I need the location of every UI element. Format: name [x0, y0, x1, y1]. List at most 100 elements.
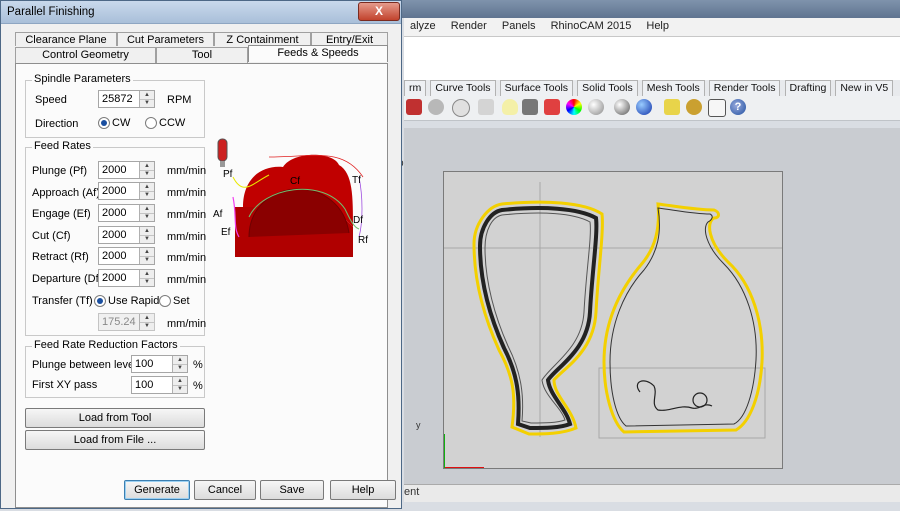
- ccw-radio[interactable]: [145, 117, 157, 129]
- menu-render[interactable]: Render: [445, 18, 493, 32]
- menu-help[interactable]: Help: [640, 18, 675, 32]
- departure-unit: mm/min: [167, 274, 207, 286]
- first-xy-pass-unit: %: [193, 380, 203, 392]
- toolbar-tab-surface-tools[interactable]: Surface Tools: [499, 80, 574, 96]
- reduction-group-title: Feed Rate Reduction Factors: [32, 339, 180, 351]
- plunge-between-levels-label: Plunge between levels: [32, 359, 143, 371]
- diagram-label-tf: Tf: [352, 175, 361, 186]
- close-button[interactable]: X: [358, 2, 400, 21]
- use-rapid-label[interactable]: Use Rapid: [108, 295, 159, 307]
- toolbar-tab-mesh-tools[interactable]: Mesh Tools: [641, 80, 705, 96]
- sphere-gray-icon[interactable]: [588, 99, 604, 115]
- tool-icon: [217, 138, 228, 162]
- approach-unit: mm/min: [167, 187, 207, 199]
- status-bar: [404, 484, 900, 502]
- set-radio[interactable]: [159, 295, 171, 307]
- feed-diagram: Pf Cf Tf Af Df Ef Rf: [213, 137, 373, 257]
- help-icon[interactable]: ?: [730, 99, 746, 115]
- spin-down-icon[interactable]: ▼: [140, 322, 154, 330]
- gear-icon[interactable]: [686, 99, 702, 115]
- plunge-between-levels-input[interactable]: 100 ▲ ▼: [131, 355, 188, 373]
- tab-feeds-speeds[interactable]: Feeds & Speeds: [248, 45, 388, 62]
- tab-z-containment[interactable]: Z Containment: [214, 32, 311, 46]
- sphere-blue-icon[interactable]: [636, 99, 652, 115]
- toolbar-tab-new-in-v5[interactable]: New in V5: [835, 80, 894, 96]
- direction-label: Direction: [35, 118, 79, 130]
- tab-entry-exit[interactable]: Entry/Exit: [311, 32, 388, 46]
- cut-label: Cut (Cf): [32, 230, 71, 242]
- spin-down-icon[interactable]: ▼: [140, 170, 154, 178]
- spin-down-icon[interactable]: ▼: [140, 278, 154, 286]
- diagram-label-rf: Rf: [358, 235, 368, 246]
- approach-input[interactable]: 2000 ▲ ▼: [98, 182, 155, 200]
- ccw-label[interactable]: CCW: [159, 117, 185, 129]
- dialog-title: Parallel Finishing: [7, 6, 95, 18]
- toolbar-tab-solid-tools[interactable]: Solid Tools: [577, 80, 638, 96]
- tab-control-geometry[interactable]: Control Geometry: [15, 47, 156, 63]
- load-from-file-button[interactable]: Load from File ...: [25, 430, 205, 450]
- approach-label: Approach (Af): [32, 187, 100, 199]
- sphere-dark-icon[interactable]: [614, 99, 630, 115]
- cut-unit: mm/min: [167, 231, 207, 243]
- tab-tool[interactable]: Tool: [156, 47, 248, 63]
- use-rapid-radio[interactable]: [94, 295, 106, 307]
- light-bulb-icon[interactable]: [502, 99, 518, 115]
- paint-bucket-icon[interactable]: [544, 99, 560, 115]
- departure-label: Departure (Df): [32, 273, 103, 285]
- retract-label: Retract (Rf): [32, 251, 89, 263]
- speed-label: Speed: [35, 94, 67, 106]
- cut-input[interactable]: 2000 ▲ ▼: [98, 226, 155, 244]
- status-bar-text: ent: [404, 486, 420, 498]
- transfer-unit: mm/min: [167, 318, 207, 330]
- parallel-finishing-dialog: Parallel Finishing X Clearance Plane Cut…: [0, 0, 402, 509]
- spin-down-icon[interactable]: ▼: [140, 235, 154, 243]
- align-icon[interactable]: [708, 99, 726, 117]
- spin-down-icon[interactable]: ▼: [173, 364, 187, 372]
- render-icon[interactable]: [406, 99, 422, 115]
- first-xy-pass-input[interactable]: 100 ▲ ▼: [131, 376, 188, 394]
- plunge-unit: mm/min: [167, 165, 207, 177]
- object-icon[interactable]: [478, 99, 494, 115]
- toolbar-tab-drafting[interactable]: Drafting: [784, 80, 832, 96]
- menu-panels[interactable]: Panels: [496, 18, 542, 32]
- retract-input[interactable]: 2000 ▲ ▼: [98, 247, 155, 265]
- speed-input[interactable]: 25872 ▲ ▼: [98, 90, 155, 108]
- spindle-group-title: Spindle Parameters: [32, 73, 133, 85]
- load-from-tool-button[interactable]: Load from Tool: [25, 408, 205, 428]
- lock-icon[interactable]: [522, 99, 538, 115]
- cw-radio[interactable]: [98, 117, 110, 129]
- camera-icon[interactable]: [428, 99, 444, 115]
- help-button[interactable]: Help: [330, 480, 396, 500]
- engage-input[interactable]: 2000 ▲ ▼: [98, 204, 155, 222]
- spin-down-icon[interactable]: ▼: [140, 191, 154, 199]
- toolbar-tab-transform[interactable]: rm: [404, 80, 427, 96]
- viewport-canvas[interactable]: [443, 171, 783, 469]
- diagram-label-ef: Ef: [221, 227, 231, 238]
- tab-clearance-plane[interactable]: Clearance Plane: [15, 32, 117, 46]
- transfer-input[interactable]: 175.24 ▲ ▼: [98, 313, 155, 331]
- save-button[interactable]: Save: [260, 480, 324, 500]
- engage-unit: mm/min: [167, 209, 207, 221]
- color-wheel-icon[interactable]: [566, 99, 582, 115]
- feed-diagram-image: Pf Cf Tf Af Df Ef Rf: [213, 138, 368, 257]
- spin-down-icon[interactable]: ▼: [140, 256, 154, 264]
- cancel-button[interactable]: Cancel: [194, 480, 256, 500]
- menu-analyze[interactable]: alyze: [404, 18, 442, 32]
- command-area[interactable]: [404, 37, 900, 81]
- spin-down-icon[interactable]: ▼: [173, 385, 187, 393]
- menu-rhinocam[interactable]: RhinoCAM 2015: [545, 18, 638, 32]
- spin-down-icon[interactable]: ▼: [140, 99, 154, 107]
- tab-cut-parameters[interactable]: Cut Parameters: [117, 32, 214, 46]
- toolbar-tab-curve-tools[interactable]: Curve Tools: [430, 80, 496, 96]
- plunge-input[interactable]: 2000 ▲ ▼: [98, 161, 155, 179]
- spin-down-icon[interactable]: ▼: [140, 213, 154, 221]
- toolbar-tab-render-tools[interactable]: Render Tools: [708, 80, 781, 96]
- pin-icon[interactable]: [664, 99, 680, 115]
- plunge-between-levels-unit: %: [193, 359, 203, 371]
- set-label[interactable]: Set: [173, 295, 190, 307]
- dialog-titlebar[interactable]: Parallel Finishing X: [1, 1, 401, 24]
- generate-button[interactable]: Generate: [124, 480, 190, 500]
- cw-label[interactable]: CW: [112, 117, 130, 129]
- circle-icon[interactable]: [452, 99, 470, 117]
- departure-input[interactable]: 2000 ▲ ▼: [98, 269, 155, 287]
